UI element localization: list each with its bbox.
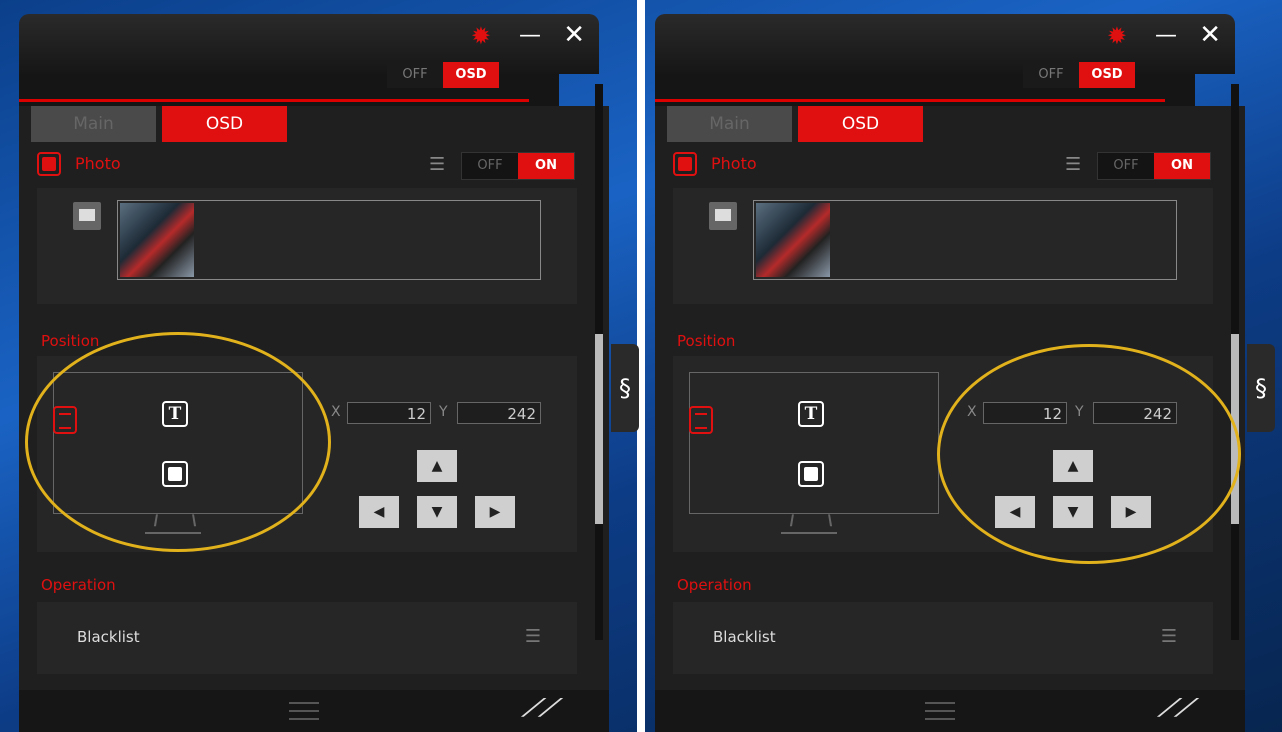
scrollbar[interactable] xyxy=(1231,84,1239,640)
blacklist-label[interactable]: Blacklist xyxy=(713,628,776,646)
footer: ⟋⟋ xyxy=(655,690,1245,732)
photo-toggle-on[interactable]: ON xyxy=(518,153,574,179)
scrollbar[interactable] xyxy=(595,84,603,640)
photo-thumbnail xyxy=(756,203,830,277)
title-bar: ✹ — ✕ xyxy=(655,14,1235,74)
photo-label: Photo xyxy=(75,154,121,173)
header-osd-toggle[interactable]: OFF OSD xyxy=(387,62,499,88)
monitor-stand xyxy=(781,514,837,534)
photo-thumbnail xyxy=(120,203,194,277)
rog-logo-icon: ⟋⟋ xyxy=(520,694,565,722)
sliders-icon[interactable]: ☰ xyxy=(525,626,541,647)
operation-box: Blacklist ☰ xyxy=(37,602,577,674)
osd-window-right: ✹ — ✕ OFF OSD Main OSD Photo ☰ OFF ON Po… xyxy=(651,14,1275,732)
gear-icon[interactable]: ✹ xyxy=(471,24,491,48)
close-icon[interactable]: ✕ xyxy=(1199,20,1221,50)
link-icon[interactable]: § xyxy=(611,344,639,432)
photo-box xyxy=(673,188,1213,304)
highlight-ellipse xyxy=(937,344,1241,564)
link-icon[interactable]: § xyxy=(1247,344,1275,432)
photo-label: Photo xyxy=(711,154,757,173)
photo-toggle-off[interactable]: OFF xyxy=(462,153,518,179)
header-toggle-off[interactable]: OFF xyxy=(1023,62,1079,88)
image-icon[interactable] xyxy=(709,202,737,230)
arrow-down-icon[interactable]: ▼ xyxy=(417,496,457,528)
gear-icon[interactable]: ✹ xyxy=(1107,24,1127,48)
y-field[interactable]: 242 xyxy=(457,402,541,424)
photo-toggle-off[interactable]: OFF xyxy=(1098,153,1154,179)
y-label: Y xyxy=(439,404,448,420)
monitor-preview[interactable]: T xyxy=(689,372,939,514)
photo-toggle[interactable]: OFF ON xyxy=(461,152,575,180)
close-icon[interactable]: ✕ xyxy=(563,20,585,50)
photo-row: Photo ☰ OFF ON xyxy=(37,152,577,182)
sliders-icon[interactable]: ☰ xyxy=(429,154,445,175)
photo-checkbox[interactable] xyxy=(37,152,61,176)
rog-logo-icon: ⟋⟋ xyxy=(1156,694,1201,722)
scrollbar-thumb[interactable] xyxy=(595,334,603,524)
highlight-ellipse xyxy=(25,332,331,552)
tab-osd[interactable]: OSD xyxy=(798,106,923,142)
menu-icon[interactable] xyxy=(289,702,319,720)
header-accent-line xyxy=(655,99,1165,102)
photo-layer-icon[interactable] xyxy=(798,461,824,487)
menu-icon[interactable] xyxy=(925,702,955,720)
x-field[interactable]: 12 xyxy=(347,402,431,424)
footer: ⟋⟋ xyxy=(19,690,609,732)
arrow-up-icon[interactable]: ▲ xyxy=(417,450,457,482)
header-toggle-on[interactable]: OSD xyxy=(443,62,499,88)
osd-window-left: ✹ — ✕ OFF OSD Main OSD Photo ☰ OFF ON Po… xyxy=(15,14,639,732)
title-bar: ✹ — ✕ xyxy=(19,14,599,74)
header-toggle-on[interactable]: OSD xyxy=(1079,62,1135,88)
tab-bar: Main OSD xyxy=(667,106,929,142)
photo-toggle[interactable]: OFF ON xyxy=(1097,152,1211,180)
operation-title: Operation xyxy=(41,576,116,594)
tab-main[interactable]: Main xyxy=(31,106,156,142)
header-accent-line xyxy=(19,99,529,102)
photo-box xyxy=(37,188,577,304)
photo-preview xyxy=(117,200,541,280)
photo-preview xyxy=(753,200,1177,280)
sliders-icon[interactable]: ☰ xyxy=(1065,154,1081,175)
position-title: Position xyxy=(677,332,736,350)
tab-osd[interactable]: OSD xyxy=(162,106,287,142)
operation-title: Operation xyxy=(677,576,752,594)
photo-toggle-on[interactable]: ON xyxy=(1154,153,1210,179)
list-icon[interactable] xyxy=(689,406,713,434)
photo-checkbox[interactable] xyxy=(673,152,697,176)
tab-bar: Main OSD xyxy=(31,106,293,142)
photo-row: Photo ☰ OFF ON xyxy=(673,152,1213,182)
minimize-icon[interactable]: — xyxy=(1155,24,1177,48)
tab-main[interactable]: Main xyxy=(667,106,792,142)
text-icon[interactable]: T xyxy=(798,401,824,427)
header-osd-toggle[interactable]: OFF OSD xyxy=(1023,62,1135,88)
minimize-icon[interactable]: — xyxy=(519,24,541,48)
x-label: X xyxy=(331,404,341,420)
image-icon[interactable] xyxy=(73,202,101,230)
arrow-right-icon[interactable]: ▶ xyxy=(475,496,515,528)
header-toggle-off[interactable]: OFF xyxy=(387,62,443,88)
position-title: Position xyxy=(41,332,100,350)
blacklist-label[interactable]: Blacklist xyxy=(77,628,140,646)
arrow-left-icon[interactable]: ◀ xyxy=(359,496,399,528)
sliders-icon[interactable]: ☰ xyxy=(1161,626,1177,647)
operation-box: Blacklist ☰ xyxy=(673,602,1213,674)
